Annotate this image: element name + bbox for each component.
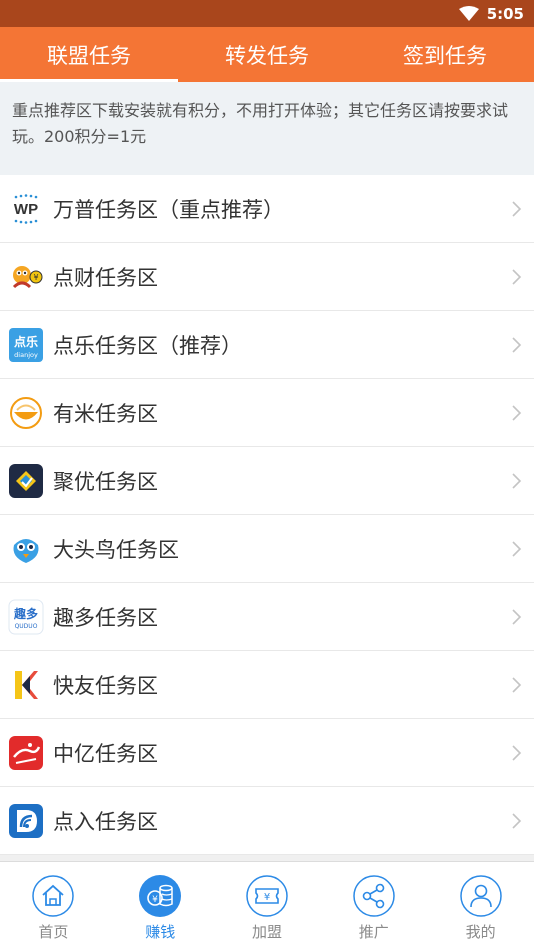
task-label: 万普任务区（重点推荐） [53, 197, 284, 222]
task-label: 聚优任务区 [53, 469, 158, 494]
ticket-icon: ¥ [246, 875, 288, 917]
datouniao-logo-icon [8, 531, 44, 567]
nav-earn[interactable]: ¥ 赚钱 [107, 862, 214, 949]
dianru-logo-icon [8, 803, 44, 839]
share-icon [353, 875, 395, 917]
youmi-logo-icon [8, 395, 44, 431]
chevron-right-icon [512, 336, 522, 353]
chevron-right-icon [512, 472, 522, 489]
nav-label: 我的 [465, 923, 496, 941]
task-label: 点财任务区 [53, 265, 158, 290]
task-label: 点乐任务区（推荐） [53, 333, 242, 358]
chevron-right-icon [512, 404, 522, 421]
notice-text: 重点推荐区下载安装就有积分，不用打开体验；其它任务区请按要求试玩。200积分=1… [0, 82, 534, 175]
svg-text:¥: ¥ [152, 895, 158, 905]
nav-label: 加盟 [251, 923, 282, 941]
status-time: 5:05 [486, 4, 524, 23]
chevron-right-icon [512, 744, 522, 761]
task-label: 快友任务区 [53, 673, 158, 698]
task-label: 有米任务区 [53, 401, 158, 426]
diancai-logo-icon: ¥ [8, 259, 44, 295]
quduo-logo-sub: QUDUO [15, 623, 38, 630]
task-item-wanpu[interactable]: WP 万普任务区（重点推荐） [0, 175, 534, 243]
juyou-logo-icon [8, 463, 44, 499]
dianle-logo-icon: 点乐 dianjoy [8, 327, 44, 363]
nav-label: 推广 [358, 923, 389, 941]
nav-promote[interactable]: 推广 [320, 862, 427, 949]
tab-checkin-tasks[interactable]: 签到任务 [356, 27, 534, 82]
chevron-right-icon [512, 268, 522, 285]
nav-label: 赚钱 [145, 923, 176, 941]
task-item-youmi[interactable]: 有米任务区 [0, 379, 534, 447]
chevron-right-icon [512, 540, 522, 557]
nav-join[interactable]: ¥ 加盟 [214, 862, 321, 949]
task-item-diancai[interactable]: ¥ 点财任务区 [0, 243, 534, 311]
svg-text:¥: ¥ [33, 273, 38, 282]
task-label: 趣多任务区 [53, 605, 158, 630]
task-list: WP 万普任务区（重点推荐） ¥ 点财任务区 点乐 dianjoy 点乐任务区（… [0, 175, 534, 855]
chevron-right-icon [512, 676, 522, 693]
task-tabs: 联盟任务 转发任务 签到任务 [0, 27, 534, 82]
task-label: 大头鸟任务区 [53, 537, 179, 562]
tab-alliance-tasks[interactable]: 联盟任务 [0, 27, 178, 82]
task-item-dianru[interactable]: 点入任务区 [0, 787, 534, 855]
task-item-dianle[interactable]: 点乐 dianjoy 点乐任务区（推荐） [0, 311, 534, 379]
tab-forward-tasks[interactable]: 转发任务 [178, 27, 356, 82]
task-item-datouniao[interactable]: 大头鸟任务区 [0, 515, 534, 583]
bottom-nav: 首页 ¥ 赚钱 ¥ 加盟 推广 我的 [0, 861, 534, 949]
quduo-logo-text: 趣多 [13, 606, 38, 621]
task-item-zhongyi[interactable]: 中亿任务区 [0, 719, 534, 787]
task-label: 点入任务区 [53, 809, 158, 834]
task-item-quduo[interactable]: 趣多 QUDUO 趣多任务区 [0, 583, 534, 651]
chevron-right-icon [512, 608, 522, 625]
kuaiyou-logo-icon [8, 667, 44, 703]
quduo-logo-icon: 趣多 QUDUO [8, 599, 44, 635]
wanpu-logo-text: WP [14, 201, 38, 218]
task-label: 中亿任务区 [53, 741, 158, 766]
chevron-right-icon [512, 200, 522, 217]
zhongyi-logo-icon [8, 735, 44, 771]
dianle-logo-text: 点乐 [14, 334, 38, 349]
user-icon [459, 875, 502, 917]
home-icon [32, 875, 75, 917]
task-item-kuaiyou[interactable]: 快友任务区 [0, 651, 534, 719]
dianle-logo-sub: dianjoy [14, 351, 38, 359]
coins-icon: ¥ [139, 875, 182, 917]
nav-home[interactable]: 首页 [0, 862, 107, 949]
nav-label: 首页 [38, 923, 69, 941]
status-bar: 5:05 [0, 0, 534, 27]
wanpu-logo-icon: WP [8, 191, 44, 227]
wifi-icon [458, 5, 479, 22]
svg-text:¥: ¥ [264, 892, 270, 903]
task-item-juyou[interactable]: 聚优任务区 [0, 447, 534, 515]
nav-mine[interactable]: 我的 [427, 862, 534, 949]
chevron-right-icon [512, 812, 522, 829]
